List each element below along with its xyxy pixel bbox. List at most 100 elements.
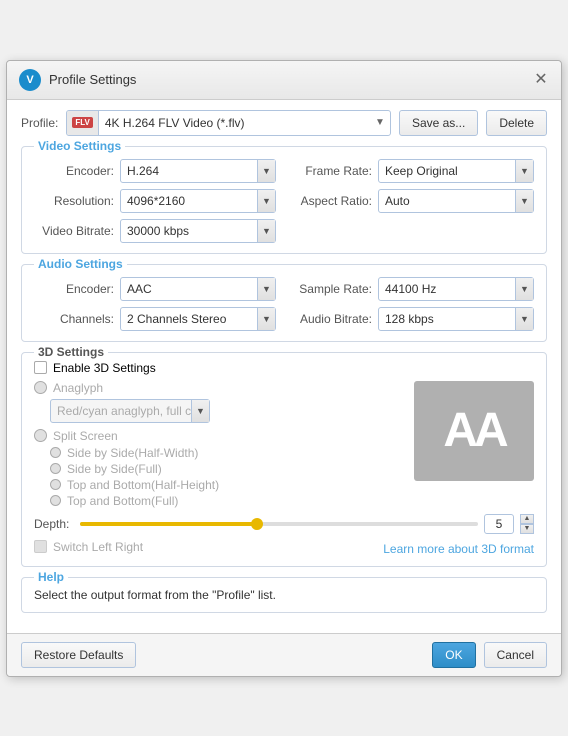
side-full-row: Side by Side(Full) — [50, 462, 404, 476]
split-screen-options: Side by Side(Half-Width) Side by Side(Fu… — [34, 446, 404, 508]
profile-dropdown-arrow: ▼ — [370, 117, 390, 128]
encoder-label: Encoder: — [34, 164, 114, 178]
depth-slider[interactable] — [80, 522, 478, 526]
anaglyph-arrow: ▼ — [191, 400, 209, 422]
restore-defaults-button[interactable]: Restore Defaults — [21, 642, 136, 668]
profile-row: Profile: FLV 4K H.264 FLV Video (*.flv) … — [21, 110, 547, 136]
depth-slider-fill — [80, 522, 259, 526]
anaglyph-select[interactable]: Red/cyan anaglyph, full color ▼ — [50, 399, 210, 423]
enable-3d-label: Enable 3D Settings — [53, 361, 156, 375]
bitrate-label: Video Bitrate: — [34, 224, 114, 238]
audio-encoder-value: AAC — [121, 282, 257, 296]
samplerate-value: 44100 Hz — [379, 282, 515, 296]
depth-row: Depth: 5 ▲ ▼ — [34, 514, 534, 534]
resolution-arrow: ▼ — [257, 190, 275, 212]
resolution-row: Resolution: 4096*2160 ▼ — [34, 189, 276, 213]
title-bar-left: V Profile Settings — [19, 69, 136, 91]
preview-text: AA — [443, 403, 504, 458]
side-half-radio[interactable] — [50, 447, 61, 458]
samplerate-row: Sample Rate: 44100 Hz ▼ — [292, 277, 534, 301]
depth-slider-thumb[interactable] — [251, 518, 263, 530]
save-as-button[interactable]: Save as... — [399, 110, 478, 136]
top-half-label: Top and Bottom(Half-Height) — [67, 478, 219, 492]
anaglyph-label: Anaglyph — [53, 381, 103, 395]
framerate-label: Frame Rate: — [292, 164, 372, 178]
side-full-radio[interactable] — [50, 463, 61, 474]
profile-select[interactable]: FLV 4K H.264 FLV Video (*.flv) ▼ — [66, 110, 391, 136]
top-full-row: Top and Bottom(Full) — [50, 494, 404, 508]
video-right: Frame Rate: Keep Original ▼ Aspect Ratio… — [292, 159, 534, 243]
audio-settings-title: Audio Settings — [34, 257, 127, 271]
channels-select[interactable]: 2 Channels Stereo ▼ — [120, 307, 276, 331]
samplerate-select[interactable]: 44100 Hz ▼ — [378, 277, 534, 301]
top-half-row: Top and Bottom(Half-Height) — [50, 478, 404, 492]
bitrate-value: 30000 kbps — [121, 224, 257, 238]
3d-settings-title: 3D Settings — [34, 345, 108, 359]
switch-label: Switch Left Right — [53, 540, 143, 554]
profile-value: 4K H.264 FLV Video (*.flv) — [99, 116, 370, 130]
resolution-select[interactable]: 4096*2160 ▼ — [120, 189, 276, 213]
3d-preview: AA — [414, 381, 534, 481]
audio-encoder-select[interactable]: AAC ▼ — [120, 277, 276, 301]
aspect-row: Aspect Ratio: Auto ▼ — [292, 189, 534, 213]
cancel-button[interactable]: Cancel — [484, 642, 547, 668]
title-bar: V Profile Settings ✕ — [7, 61, 561, 100]
3d-settings-section: 3D Settings Enable 3D Settings Anaglyph … — [21, 352, 547, 567]
help-section: Help Select the output format from the "… — [21, 577, 547, 613]
video-settings-title: Video Settings — [34, 139, 125, 153]
depth-spinners: ▲ ▼ — [520, 514, 534, 534]
footer: Restore Defaults OK Cancel — [7, 633, 561, 676]
framerate-arrow: ▼ — [515, 160, 533, 182]
audio-settings-grid: Encoder: AAC ▼ Channels: 2 Channels Ster… — [34, 277, 534, 331]
samplerate-label: Sample Rate: — [292, 282, 372, 296]
top-half-radio[interactable] — [50, 479, 61, 490]
anaglyph-select-row: Red/cyan anaglyph, full color ▼ — [34, 399, 404, 423]
audio-encoder-label: Encoder: — [34, 282, 114, 296]
samplerate-arrow: ▼ — [515, 278, 533, 300]
audio-encoder-arrow: ▼ — [257, 278, 275, 300]
channels-arrow: ▼ — [257, 308, 275, 330]
profile-icon: FLV — [67, 111, 99, 135]
switch-checkbox[interactable] — [34, 540, 47, 553]
flv-badge: FLV — [72, 117, 93, 128]
anaglyph-row: Anaglyph — [34, 381, 404, 395]
encoder-arrow: ▼ — [257, 160, 275, 182]
framerate-value: Keep Original — [379, 164, 515, 178]
profile-label: Profile: — [21, 116, 58, 130]
anaglyph-value: Red/cyan anaglyph, full color — [51, 404, 191, 418]
audio-bitrate-select[interactable]: 128 kbps ▼ — [378, 307, 534, 331]
video-settings-grid: Encoder: H.264 ▼ Resolution: 4096*2160 ▼ — [34, 159, 534, 243]
enable-3d-checkbox[interactable] — [34, 361, 47, 374]
footer-right: OK Cancel — [432, 642, 547, 668]
anaglyph-radio[interactable] — [34, 381, 47, 394]
audio-left: Encoder: AAC ▼ Channels: 2 Channels Ster… — [34, 277, 276, 331]
depth-down[interactable]: ▼ — [520, 524, 534, 534]
aspect-arrow: ▼ — [515, 190, 533, 212]
aspect-value: Auto — [379, 194, 515, 208]
delete-button[interactable]: Delete — [486, 110, 547, 136]
framerate-row: Frame Rate: Keep Original ▼ — [292, 159, 534, 183]
channels-row: Channels: 2 Channels Stereo ▼ — [34, 307, 276, 331]
audio-settings-section: Audio Settings Encoder: AAC ▼ Channels: — [21, 264, 547, 342]
framerate-select[interactable]: Keep Original ▼ — [378, 159, 534, 183]
top-full-radio[interactable] — [50, 495, 61, 506]
depth-up[interactable]: ▲ — [520, 514, 534, 524]
ok-button[interactable]: OK — [432, 642, 475, 668]
learn-more-link[interactable]: Learn more about 3D format — [383, 542, 534, 556]
enable-3d-row: Enable 3D Settings — [34, 361, 534, 375]
aspect-label: Aspect Ratio: — [292, 194, 372, 208]
video-left: Encoder: H.264 ▼ Resolution: 4096*2160 ▼ — [34, 159, 276, 243]
audio-right: Sample Rate: 44100 Hz ▼ Audio Bitrate: 1… — [292, 277, 534, 331]
split-screen-radio[interactable] — [34, 429, 47, 442]
channels-value: 2 Channels Stereo — [121, 312, 257, 326]
aspect-select[interactable]: Auto ▼ — [378, 189, 534, 213]
close-button[interactable]: ✕ — [533, 72, 549, 88]
side-full-label: Side by Side(Full) — [67, 462, 162, 476]
audio-bitrate-value: 128 kbps — [379, 312, 515, 326]
depth-value: 5 — [484, 514, 514, 534]
encoder-select[interactable]: H.264 ▼ — [120, 159, 276, 183]
split-screen-row: Split Screen — [34, 429, 404, 443]
switch-row: Switch Left Right Learn more about 3D fo… — [34, 538, 534, 556]
bitrate-select[interactable]: 30000 kbps ▼ — [120, 219, 276, 243]
bitrate-row: Video Bitrate: 30000 kbps ▼ — [34, 219, 276, 243]
